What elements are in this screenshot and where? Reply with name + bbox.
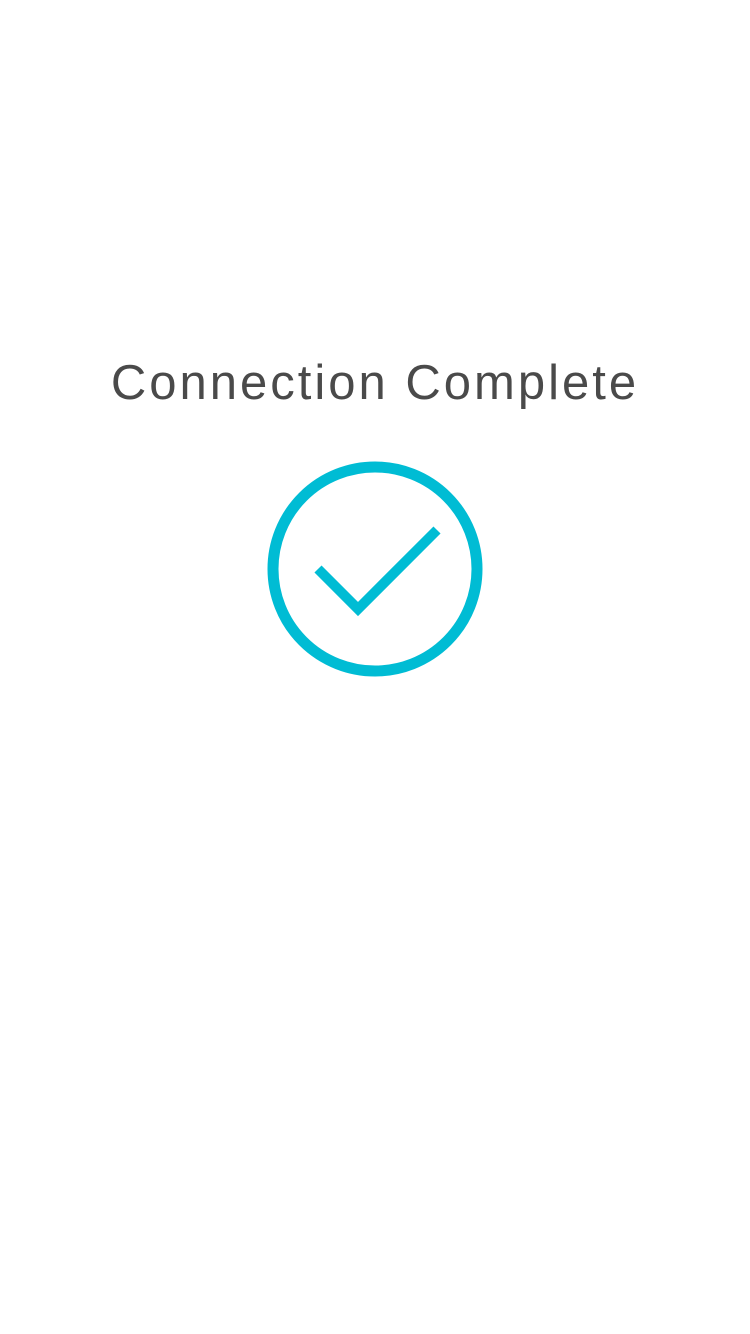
checkmark (314, 526, 441, 617)
success-circle (267, 461, 483, 677)
connection-complete-screen: Connection Complete (0, 0, 750, 1334)
page-title: Connection Complete (110, 356, 640, 410)
check-circle-icon (267, 461, 483, 677)
